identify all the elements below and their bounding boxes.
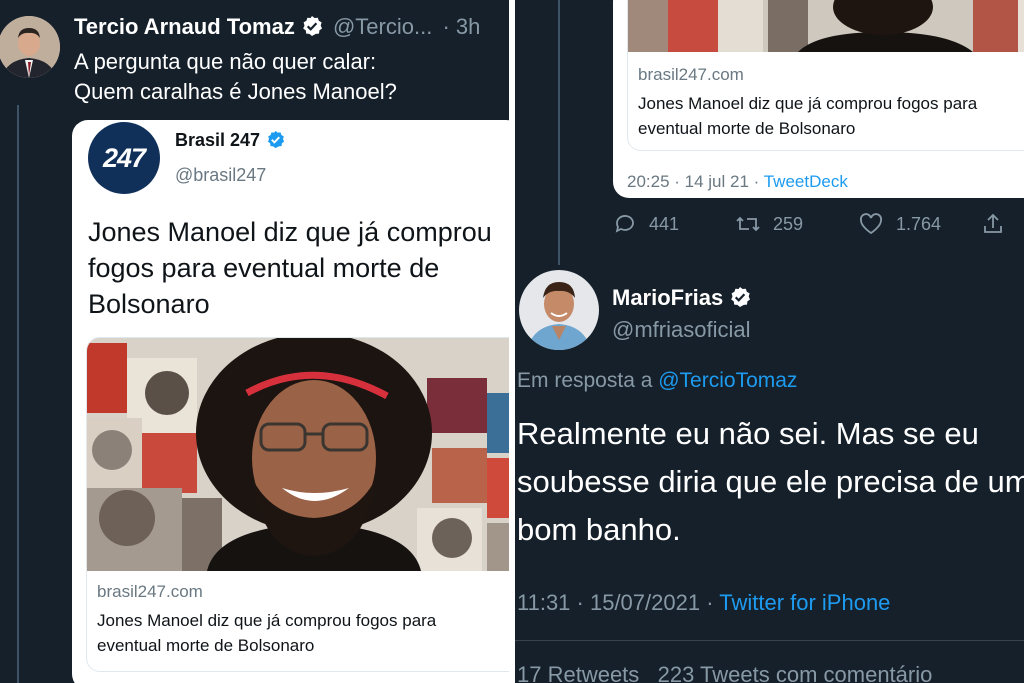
mariofrias-avatar[interactable] <box>519 270 599 350</box>
reply-text-line: Realmente eu não sei. Mas se eu <box>517 416 979 451</box>
headline-line: Jones Manoel diz que já comprou <box>88 217 492 247</box>
right-tweet-panel: brasil247.com Jones Manoel diz que já co… <box>515 0 1024 683</box>
portrait-illustration <box>87 338 509 571</box>
quoted-tweet-card[interactable]: brasil247.com Jones Manoel diz que já co… <box>613 0 1024 198</box>
reply-client-link[interactable]: Twitter for iPhone <box>719 590 890 615</box>
link-preview-card[interactable]: brasil247.com Jones Manoel diz que já co… <box>627 0 1024 151</box>
link-title-line: Jones Manoel diz que já comprou fogos pa… <box>638 94 978 113</box>
reply-author: MarioFrias <box>612 285 751 311</box>
author-handle[interactable]: @Tercio... <box>333 14 432 39</box>
link-title-line: eventual morte de Bolsonaro <box>97 636 315 655</box>
reply-author-name[interactable]: MarioFrias <box>612 285 723 310</box>
link-domain[interactable]: brasil247.com <box>638 65 744 85</box>
quoted-author: Brasil 247 <box>175 130 285 154</box>
reply-text: Realmente eu não sei. Mas se eu soubesse… <box>517 410 1024 554</box>
quoted-author-handle[interactable]: @brasil247 <box>175 165 266 186</box>
link-title-line: eventual morte de Bolsonaro <box>638 119 856 138</box>
quoted-tweet-card[interactable]: 247 Brasil 247 @brasil247 Jones Manoel d… <box>72 120 509 683</box>
tweet-time[interactable]: · 3h <box>442 14 480 39</box>
reply-author-handle[interactable]: @mfriasoficial <box>612 317 750 343</box>
tercio-avatar[interactable] <box>0 16 60 78</box>
quoted-headline: Jones Manoel diz que já comprou fogos pa… <box>88 214 492 322</box>
reply-icon <box>615 215 634 233</box>
quoted-client-link[interactable]: TweetDeck <box>764 172 848 191</box>
link-preview-image[interactable] <box>628 0 1024 52</box>
reply-stats[interactable]: 17 Retweets 223 Tweets com comentário <box>517 662 932 683</box>
verified-badge-icon <box>301 15 323 37</box>
tweet-text: A pergunta que não quer calar: Quem cara… <box>74 47 397 107</box>
like-count: 1.764 <box>896 213 942 234</box>
thread-line <box>17 105 19 683</box>
reply-action[interactable]: 441 <box>613 212 679 236</box>
thread-line <box>558 0 560 265</box>
tweet-text-line: Quem caralhas é Jones Manoel? <box>74 79 397 104</box>
link-preview-image[interactable] <box>87 338 509 571</box>
left-tweet-panel: Tercio Arnaud Tomaz @Tercio... · 3h A pe… <box>0 0 509 683</box>
headline-line: Bolsonaro <box>88 289 210 319</box>
reply-count: 441 <box>649 213 680 234</box>
retweet-icon <box>736 216 760 232</box>
like-action[interactable]: 1.764 <box>858 212 941 236</box>
link-title[interactable]: Jones Manoel diz que já comprou fogos pa… <box>97 608 436 658</box>
quoted-author-name[interactable]: Brasil 247 <box>175 130 260 150</box>
retweet-count: 259 <box>773 213 804 234</box>
link-title-line: Jones Manoel diz que já comprou fogos pa… <box>97 611 437 630</box>
quoted-timestamp: 20:25 · 14 jul 21 · TweetDeck <box>627 172 848 191</box>
divider <box>515 640 1024 641</box>
tweet-text-line: A pergunta que não quer calar: <box>74 49 377 74</box>
reply-timestamp: 11:31 · 15/07/2021 · Twitter for iPhone <box>517 590 891 615</box>
portrait-illustration <box>628 0 1024 52</box>
like-icon <box>859 213 883 235</box>
verified-badge-icon <box>266 130 285 154</box>
brasil247-logo[interactable]: 247 <box>88 122 160 194</box>
reply-text-line: bom banho. <box>517 512 681 547</box>
share-icon <box>984 213 1002 233</box>
tweet-header: Tercio Arnaud Tomaz @Tercio... · 3h <box>74 14 480 40</box>
reply-context: Em resposta a @TercioTomaz <box>517 369 798 392</box>
verified-badge-icon <box>729 286 751 308</box>
author-name[interactable]: Tercio Arnaud Tomaz <box>74 14 295 39</box>
share-action[interactable] <box>981 212 1017 236</box>
reply-to-mention[interactable]: @TercioTomaz <box>658 369 797 392</box>
link-preview-card[interactable]: brasil247.com Jones Manoel diz que já co… <box>86 337 509 672</box>
retweet-action[interactable]: 259 <box>735 212 803 236</box>
reply-text-line: soubesse diria que ele precisa de um <box>517 464 1024 499</box>
link-domain[interactable]: brasil247.com <box>97 582 203 602</box>
link-title[interactable]: Jones Manoel diz que já comprou fogos pa… <box>638 91 977 141</box>
headline-line: fogos para eventual morte de <box>88 253 440 283</box>
